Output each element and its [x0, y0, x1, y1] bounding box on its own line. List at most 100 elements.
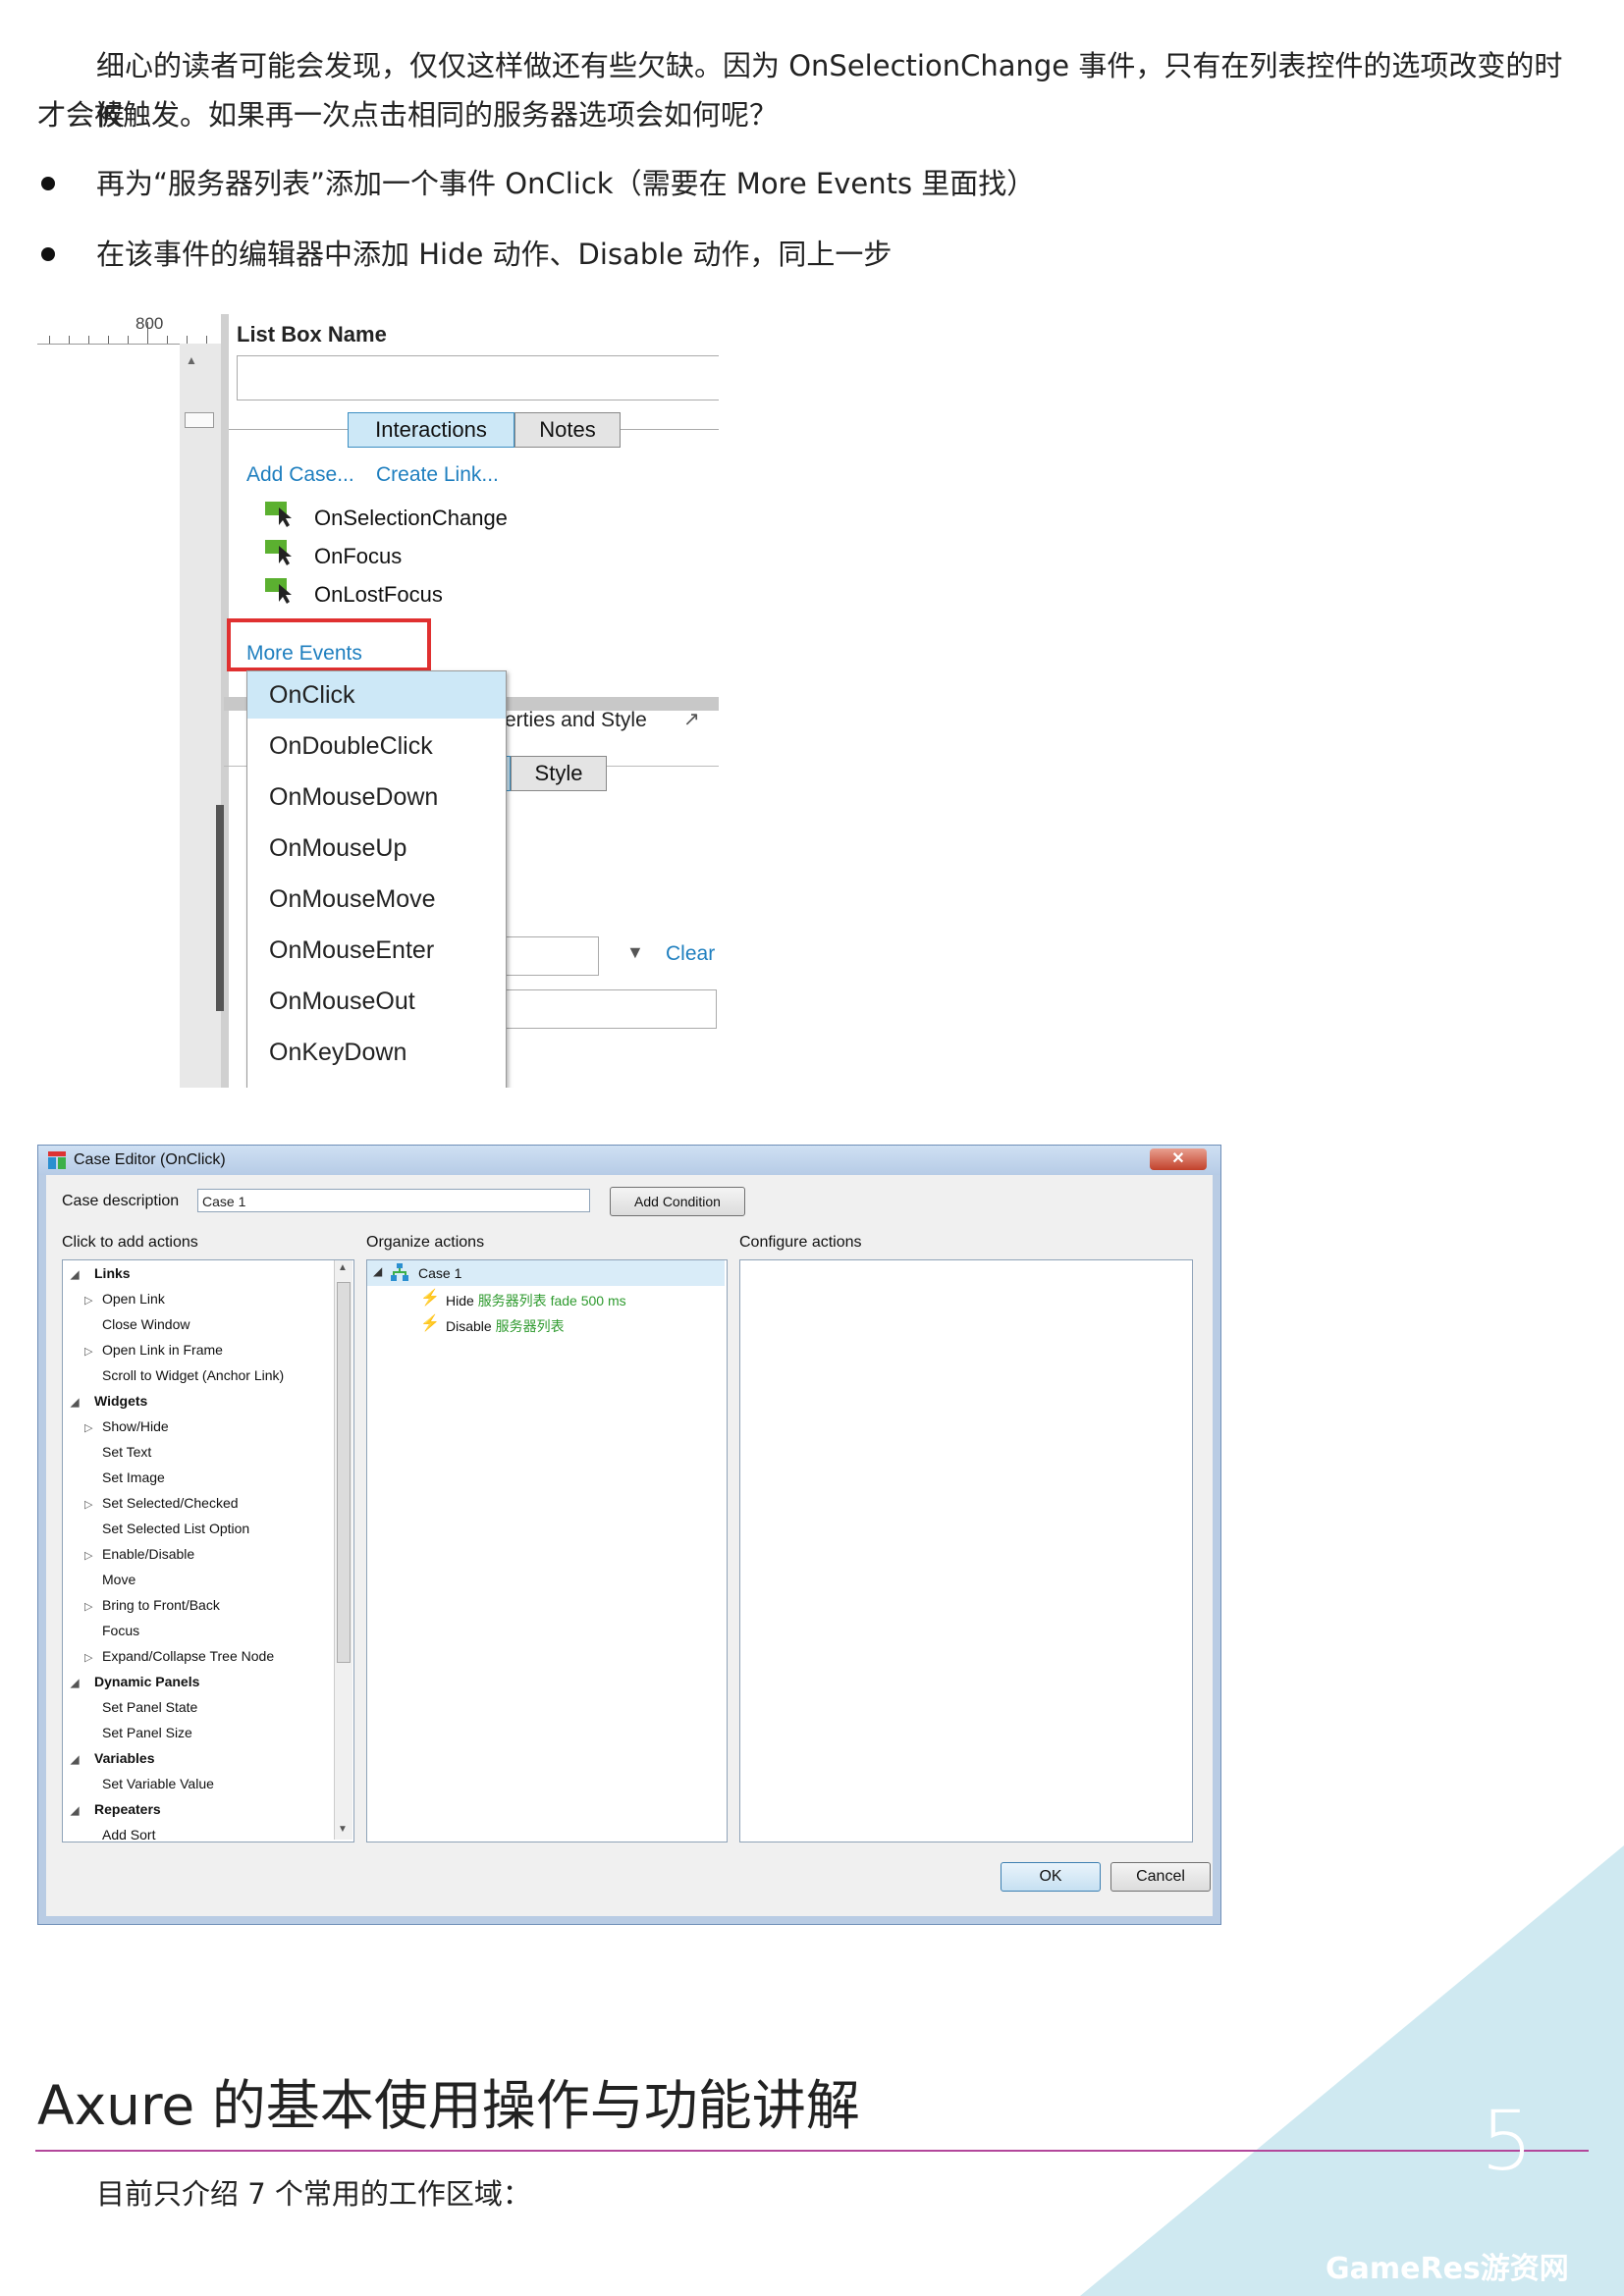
expand-arrow-icon: ▷ [84, 1550, 93, 1562]
tree-label: Links [94, 1265, 131, 1281]
action-detail: 服务器列表 [495, 1318, 565, 1334]
tree-action[interactable]: ▷ Expand/Collapse Tree Node [84, 1643, 274, 1669]
menu-item-ondoubleclick[interactable]: OnDoubleClick [247, 722, 506, 770]
tree-action[interactable]: ▷ Bring to Front/Back [84, 1592, 220, 1618]
collapse-arrow-icon: ◢ [71, 1269, 80, 1281]
tree-label: Open Link in Frame [102, 1342, 223, 1358]
app-icon [48, 1151, 66, 1169]
tree-label: Set Panel Size [102, 1725, 192, 1740]
scroll-down-icon[interactable]: ▼ [338, 1824, 348, 1835]
tree-label: Set Selected/Checked [102, 1495, 239, 1511]
tree-label: Close Window [102, 1316, 190, 1332]
tree-group[interactable]: ◢ Links [71, 1260, 131, 1286]
event-onlostfocus[interactable]: OnLostFocus [314, 582, 443, 608]
case-node-icon [391, 1263, 408, 1286]
scroll-up-icon[interactable]: ▲ [338, 1262, 348, 1273]
tree-label: Expand/Collapse Tree Node [102, 1648, 275, 1664]
tab-style[interactable]: Style [511, 756, 607, 791]
collapse-arrow-icon: ◢ [71, 1678, 80, 1689]
chevron-down-icon[interactable]: ▼ [626, 942, 644, 963]
tree-scrollbar[interactable]: ▲ ▼ [334, 1260, 352, 1840]
menu-item-onmousemove[interactable]: OnMouseMove [247, 876, 506, 923]
bullet-2: 在该事件的编辑器中添加 Hide 动作、Disable 动作，同上一步 [96, 238, 893, 271]
configure-label: Configure actions [739, 1234, 862, 1251]
expand-arrow-icon: ▷ [84, 1346, 93, 1358]
tree-action[interactable]: Move [84, 1567, 135, 1592]
menu-item-onmousedown[interactable]: OnMouseDown [247, 774, 506, 821]
action-verb: Hide [446, 1293, 474, 1308]
bullet-1: 再为“服务器列表”添加一个事件 OnClick（需要在 More Events … [96, 167, 1036, 200]
tree-action[interactable]: ▷ Open Link [84, 1286, 165, 1311]
configure-actions-box [739, 1259, 1193, 1842]
tree-action[interactable]: ▷ Set Selected/Checked [84, 1490, 239, 1516]
case-description-label: Case description [62, 1193, 180, 1209]
action-hide[interactable]: Hide 服务器列表 fade 500 ms [446, 1291, 626, 1310]
page-number: 5 [1481, 2093, 1534, 2189]
tree-action[interactable]: Add Sort [84, 1822, 155, 1842]
tree-label: Repeaters [94, 1801, 161, 1817]
tree-action[interactable]: ▷ Open Link in Frame [84, 1337, 223, 1362]
tree-group[interactable]: ◢ Variables [71, 1745, 155, 1771]
properties-header: erties and Style [505, 709, 647, 731]
list-box-name-input[interactable] [237, 355, 719, 400]
case-description-input[interactable]: Case 1 [197, 1189, 590, 1212]
tree-action[interactable]: ▷ Show/Hide [84, 1414, 169, 1439]
scroll-thumb[interactable] [337, 1282, 351, 1663]
close-icon[interactable]: ✕ [1150, 1148, 1207, 1170]
tree-label: Show/Hide [102, 1418, 169, 1434]
collapse-arrow-icon[interactable]: ◢ [373, 1264, 382, 1278]
list-box-name-label: List Box Name [237, 322, 387, 347]
tree-label: Move [102, 1572, 136, 1587]
tree-action[interactable]: Set Variable Value [84, 1771, 214, 1796]
create-link-link[interactable]: Create Link... [376, 463, 499, 487]
tree-action[interactable]: Set Selected List Option [84, 1516, 249, 1541]
tree-group[interactable]: ◢ Widgets [71, 1388, 147, 1414]
add-condition-button[interactable]: Add Condition [610, 1187, 745, 1216]
event-onselectionchange[interactable]: OnSelectionChange [314, 506, 508, 531]
bullet-dot [41, 247, 55, 261]
tree-action[interactable]: Focus [84, 1618, 139, 1643]
click-to-add-label: Click to add actions [62, 1234, 198, 1251]
expand-arrow-icon: ▷ [84, 1499, 93, 1511]
tree-label: Set Text [102, 1444, 152, 1460]
expand-arrow-icon: ▷ [84, 1601, 93, 1613]
tree-action[interactable]: Set Panel State [84, 1694, 197, 1720]
tree-group[interactable]: ◢ Repeaters [71, 1796, 161, 1822]
tree-group[interactable]: ◢ Dynamic Panels [71, 1669, 199, 1694]
title-bar: Case Editor (OnClick) ✕ [38, 1146, 1220, 1175]
clear-link[interactable]: Clear [666, 942, 715, 966]
collapse-arrow-icon: ◢ [71, 1397, 80, 1409]
menu-item-onclick[interactable]: OnClick [247, 671, 506, 719]
menu-item-onkeydown[interactable]: OnKeyDown [247, 1029, 506, 1076]
tree-action[interactable]: Set Text [84, 1439, 151, 1465]
menu-item-onmouseenter[interactable]: OnMouseEnter [247, 927, 506, 974]
tree-action[interactable]: ▷ Enable/Disable [84, 1541, 194, 1567]
menu-item-onmouseup[interactable]: OnMouseUp [247, 825, 506, 872]
tree-action[interactable]: Set Panel Size [84, 1720, 192, 1745]
tree-label: Variables [94, 1750, 155, 1766]
tree-label: Dynamic Panels [94, 1674, 200, 1689]
tab-notes[interactable]: Notes [514, 412, 621, 448]
scroll-up-icon[interactable]: ▲ [186, 353, 197, 367]
add-case-link[interactable]: Add Case... [246, 463, 354, 487]
bullet-dot [41, 177, 55, 190]
expand-icon[interactable]: ↗ [683, 707, 700, 731]
tab-interactions[interactable]: Interactions [348, 412, 514, 448]
canvas-scrollbar[interactable]: ▲ [180, 344, 221, 1088]
menu-item-onmouseout[interactable]: OnMouseOut [247, 978, 506, 1025]
tree-action[interactable]: Set Image [84, 1465, 165, 1490]
action-disable[interactable]: Disable 服务器列表 [446, 1316, 565, 1336]
section-rule [35, 2150, 1589, 2152]
tree-label: Focus [102, 1623, 140, 1638]
intro-line-2: 才会被触发。如果再一次点击相同的服务器选项会如何呢？ [37, 98, 779, 132]
tree-action[interactable]: Scroll to Widget (Anchor Link) [84, 1362, 284, 1388]
event-icon [265, 540, 295, 570]
scroll-thumb[interactable] [185, 412, 214, 428]
tree-label: Set Image [102, 1469, 165, 1485]
event-onfocus[interactable]: OnFocus [314, 544, 402, 569]
splitter-handle[interactable] [216, 805, 224, 1011]
tree-action[interactable]: Close Window [84, 1311, 189, 1337]
watermark: GameRes游资网 [1326, 2252, 1569, 2286]
case-editor-window: Case Editor (OnClick) ✕ Case description… [37, 1145, 1221, 1925]
event-icon [265, 578, 295, 609]
